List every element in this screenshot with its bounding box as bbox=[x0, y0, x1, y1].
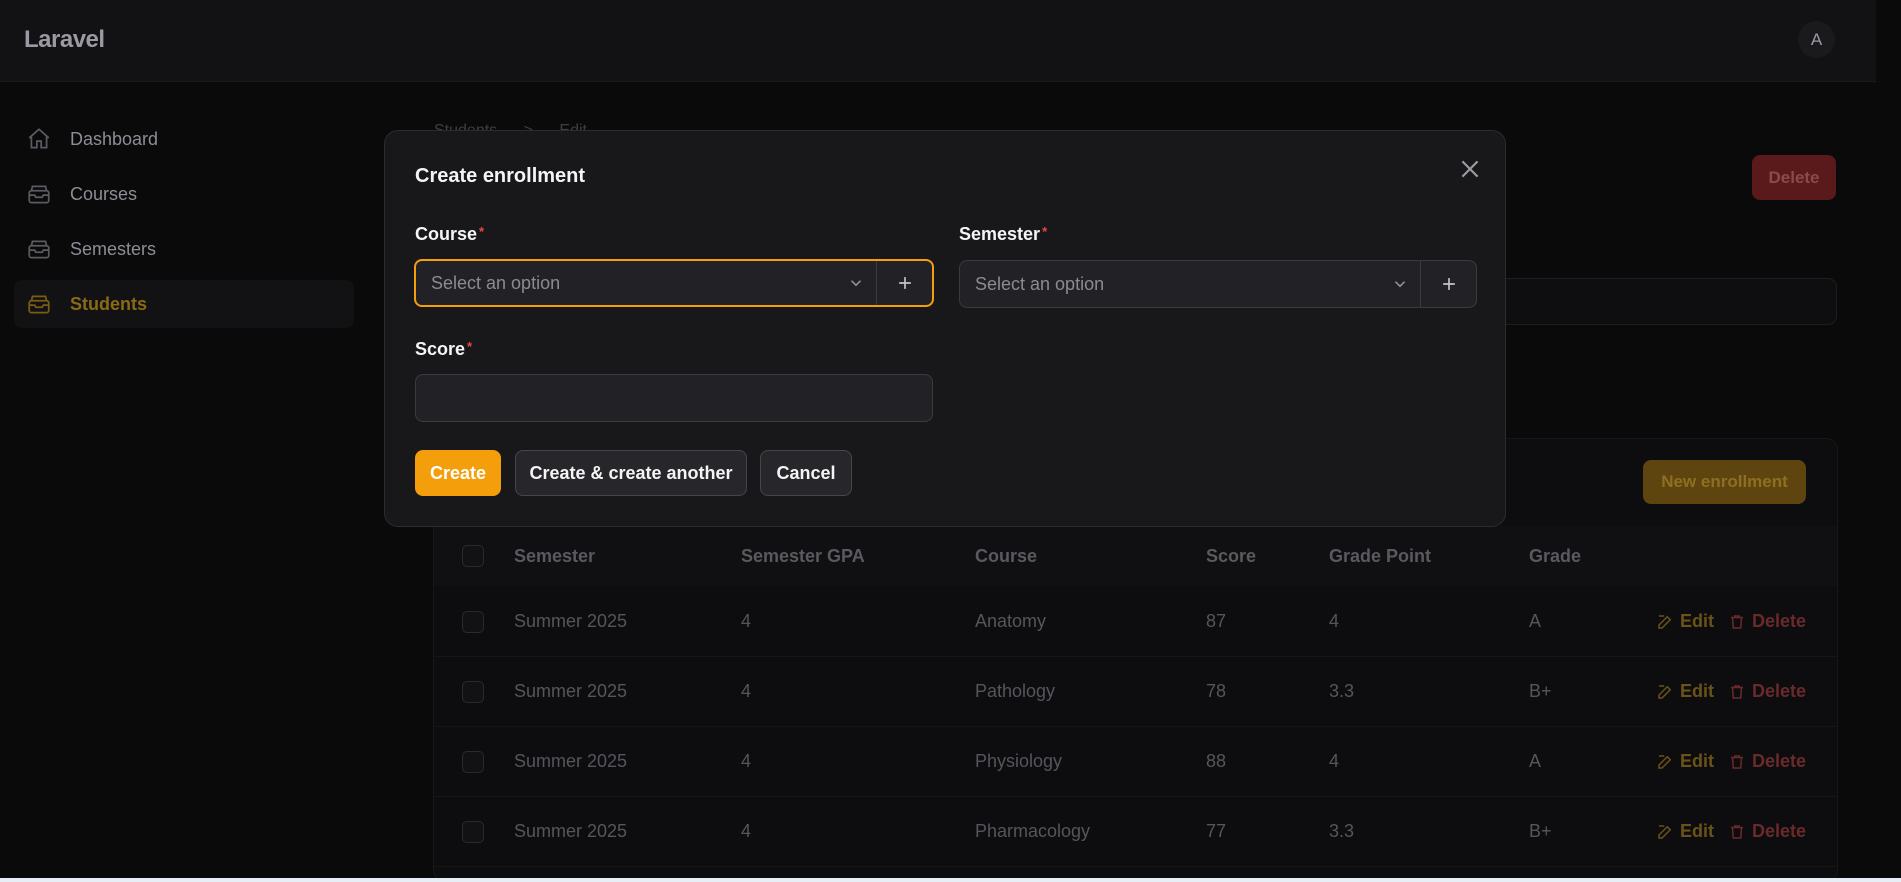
edit-row-button[interactable]: Edit bbox=[1656, 587, 1714, 656]
create-button[interactable]: Create bbox=[415, 450, 501, 496]
new-enrollment-button[interactable]: New enrollment bbox=[1643, 460, 1806, 504]
trash-icon bbox=[1731, 824, 1743, 839]
create-semester-button[interactable] bbox=[1420, 261, 1476, 307]
table-header: Semester Semester GPA Course Score Grade… bbox=[434, 526, 1837, 586]
edit-row-button[interactable]: Edit bbox=[1656, 797, 1714, 866]
cell-grade: B+ bbox=[1529, 821, 1552, 841]
table-row[interactable]: Summer 2025 4 Anatomy 87 4 A Edit Delete bbox=[434, 587, 1837, 657]
delete-row-button[interactable]: Delete bbox=[1728, 657, 1806, 726]
cell-course: Pathology bbox=[975, 681, 1056, 701]
course-label: Course * bbox=[415, 224, 485, 244]
scrollbar[interactable] bbox=[1876, 0, 1901, 882]
plus-icon bbox=[1442, 278, 1455, 290]
sidebar-item-semesters[interactable]: Semesters bbox=[14, 225, 354, 273]
cell-grade-point: 4 bbox=[1329, 751, 1340, 771]
pencil-square-icon bbox=[1658, 754, 1672, 769]
delete-row-button[interactable]: Delete bbox=[1728, 727, 1806, 796]
row-checkbox[interactable] bbox=[462, 820, 484, 843]
edit-row-button[interactable]: Edit bbox=[1656, 727, 1714, 796]
cell-grade: A bbox=[1529, 751, 1542, 771]
cell-grade: B+ bbox=[1529, 681, 1552, 701]
delete-record-button[interactable]: Delete bbox=[1752, 155, 1836, 200]
modal-title: Create enrollment bbox=[415, 165, 586, 187]
create-course-button[interactable] bbox=[876, 261, 932, 305]
taskbar-edge bbox=[0, 878, 1901, 882]
cell-score: 88 bbox=[1206, 751, 1227, 771]
cell-score: 87 bbox=[1206, 611, 1227, 631]
trash-icon bbox=[1731, 684, 1743, 699]
cell-semester: Summer 2025 bbox=[514, 821, 628, 841]
plus-icon bbox=[898, 277, 911, 289]
chevron-down-icon[interactable] bbox=[836, 274, 876, 292]
sidebar-item-label: Dashboard bbox=[70, 128, 159, 149]
home-icon bbox=[26, 126, 52, 152]
score-input[interactable] bbox=[415, 374, 933, 422]
score-label: Score * bbox=[415, 339, 473, 359]
inbox-stack-icon bbox=[26, 236, 52, 262]
semester-select[interactable]: Select an option bbox=[959, 260, 1477, 308]
cell-grade: A bbox=[1529, 611, 1542, 631]
cell-course: Anatomy bbox=[975, 611, 1047, 631]
column-header[interactable]: Semester GPA bbox=[741, 526, 865, 586]
delete-row-button[interactable]: Delete bbox=[1728, 797, 1806, 866]
create-enrollment-modal: Create enrollment Course * Select an opti… bbox=[384, 130, 1506, 527]
select-all-checkbox[interactable] bbox=[462, 545, 484, 567]
cell-grade-point: 3.3 bbox=[1329, 681, 1355, 701]
sidebar: Dashboard Courses Semesters Students bbox=[14, 115, 354, 335]
sidebar-item-label: Courses bbox=[70, 183, 138, 204]
sidebar-item-courses[interactable]: Courses bbox=[14, 170, 354, 218]
create-and-create-another-button[interactable]: Create & create another bbox=[515, 450, 747, 496]
column-header[interactable]: Score bbox=[1206, 526, 1256, 586]
cell-grade-point: 4 bbox=[1329, 611, 1340, 631]
column-header[interactable]: Grade bbox=[1529, 526, 1581, 586]
sidebar-item-label: Students bbox=[70, 293, 148, 314]
inbox-stack-icon bbox=[26, 181, 52, 207]
brand-logo[interactable]: Laravel bbox=[24, 26, 105, 54]
course-select-placeholder: Select an option bbox=[431, 272, 561, 293]
cell-gpa: 4 bbox=[741, 681, 752, 701]
top-bar: Laravel A bbox=[0, 0, 1876, 82]
row-checkbox[interactable] bbox=[462, 610, 484, 633]
cell-course: Pharmacology bbox=[975, 821, 1091, 841]
cell-gpa: 4 bbox=[741, 751, 752, 771]
semester-label: Semester * bbox=[959, 224, 1048, 244]
inbox-stack-icon bbox=[26, 291, 52, 317]
table-row[interactable]: Summer 2025 4 Pharmacology 77 3.3 B+ Edi… bbox=[434, 797, 1837, 867]
cell-course: Physiology bbox=[975, 751, 1063, 771]
chevron-down-icon[interactable] bbox=[1380, 275, 1420, 293]
cell-grade-point: 3.3 bbox=[1329, 821, 1355, 841]
course-select[interactable]: Select an option bbox=[414, 259, 934, 307]
column-header[interactable]: Grade Point bbox=[1329, 526, 1431, 586]
sidebar-item-label: Semesters bbox=[70, 238, 157, 259]
cell-gpa: 4 bbox=[741, 821, 752, 841]
pencil-square-icon bbox=[1658, 684, 1672, 699]
cell-score: 78 bbox=[1206, 681, 1227, 701]
delete-row-button[interactable]: Delete bbox=[1728, 587, 1806, 656]
column-header[interactable]: Course bbox=[975, 526, 1037, 586]
trash-icon bbox=[1731, 754, 1743, 769]
column-header[interactable]: Semester bbox=[514, 526, 595, 586]
cell-score: 77 bbox=[1206, 821, 1227, 841]
cell-semester: Summer 2025 bbox=[514, 681, 628, 701]
sidebar-item-students[interactable]: Students bbox=[14, 280, 354, 328]
cell-gpa: 4 bbox=[741, 611, 752, 631]
close-icon[interactable] bbox=[1457, 156, 1483, 182]
table-row[interactable]: Summer 2025 4 Pathology 78 3.3 B+ Edit D… bbox=[434, 657, 1837, 727]
trash-icon bbox=[1731, 614, 1743, 629]
row-checkbox[interactable] bbox=[462, 750, 484, 773]
edit-row-button[interactable]: Edit bbox=[1656, 657, 1714, 726]
table-row[interactable]: Summer 2025 4 Physiology 88 4 A Edit Del… bbox=[434, 727, 1837, 797]
sidebar-item-dashboard[interactable]: Dashboard bbox=[14, 115, 354, 163]
pencil-square-icon bbox=[1658, 824, 1672, 839]
pencil-square-icon bbox=[1658, 614, 1672, 629]
row-checkbox[interactable] bbox=[462, 680, 484, 703]
user-avatar[interactable]: A bbox=[1798, 21, 1835, 58]
cancel-button[interactable]: Cancel bbox=[760, 450, 852, 496]
cell-semester: Summer 2025 bbox=[514, 751, 628, 771]
semester-select-placeholder: Select an option bbox=[975, 273, 1105, 294]
cell-semester: Summer 2025 bbox=[514, 611, 628, 631]
